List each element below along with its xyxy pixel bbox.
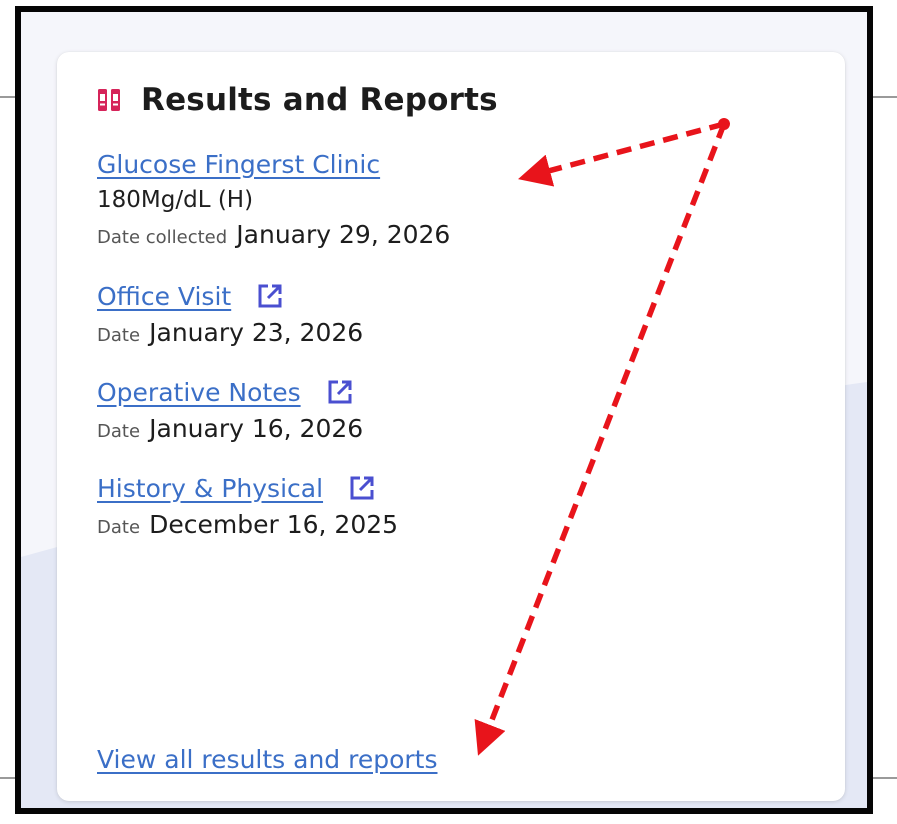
view-all-results-link[interactable]: View all results and reports — [97, 745, 438, 774]
report-entry-history-physical: History & Physical Date December 16, 202… — [97, 470, 398, 545]
card-title: Results and Reports — [141, 82, 498, 118]
external-link-icon[interactable] — [349, 475, 375, 501]
screenshot-stage: Results and Reports Glucose Fingerst Cli… — [0, 0, 897, 824]
glucose-result-value: 180Mg/dL (H) — [97, 187, 254, 213]
background-divider-bottom-right — [873, 777, 897, 779]
background-divider-right — [873, 96, 897, 98]
glucose-result-link[interactable]: Glucose Fingerst Clinic — [97, 150, 380, 179]
office-visit-date-value: January 23, 2026 — [149, 318, 364, 347]
history-physical-link[interactable]: History & Physical — [97, 474, 323, 503]
history-physical-date-value: December 16, 2025 — [149, 510, 399, 539]
operative-notes-link[interactable]: Operative Notes — [97, 378, 301, 407]
card-header: Results and Reports — [97, 82, 498, 118]
lab-report-icon — [97, 88, 121, 112]
report-entry-operative-notes: Operative Notes Date January 16, 2026 — [97, 374, 363, 449]
date-label: Date — [97, 517, 141, 538]
report-entry-office-visit: Office Visit Date January 23, 2026 — [97, 278, 363, 353]
office-visit-date-line: Date January 23, 2026 — [97, 316, 363, 353]
office-visit-link[interactable]: Office Visit — [97, 282, 231, 311]
glucose-date-line: Date collected January 29, 2026 — [97, 218, 450, 255]
external-link-icon[interactable] — [257, 283, 283, 309]
glucose-date-value: January 29, 2026 — [236, 220, 451, 249]
results-reports-card: Results and Reports Glucose Fingerst Cli… — [57, 52, 845, 801]
operative-notes-date-line: Date January 16, 2026 — [97, 412, 363, 449]
result-entry-glucose: Glucose Fingerst Clinic 180Mg/dL (H) Dat… — [97, 146, 450, 255]
date-collected-label: Date collected — [97, 227, 228, 248]
highlight-frame: Results and Reports Glucose Fingerst Cli… — [15, 6, 873, 814]
date-label: Date — [97, 421, 141, 442]
external-link-icon[interactable] — [327, 379, 353, 405]
history-physical-date-line: Date December 16, 2025 — [97, 508, 398, 545]
date-label: Date — [97, 325, 141, 346]
operative-notes-date-value: January 16, 2026 — [149, 414, 364, 443]
